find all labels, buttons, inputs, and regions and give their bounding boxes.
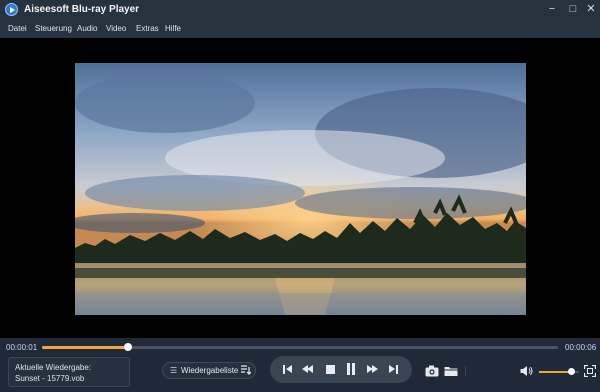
progress-row: 00:00:01 00:00:06 [0, 338, 600, 356]
skip-previous-icon[interactable] [282, 363, 296, 376]
stop-icon[interactable] [324, 363, 338, 376]
menu-datei[interactable]: Datei [8, 24, 27, 33]
folder-icon[interactable] [444, 364, 458, 376]
pause-icon[interactable] [344, 361, 358, 378]
control-bar: Aktuelle Wiedergabe: Sunset - 15779.vob … [0, 356, 600, 392]
maximize-button[interactable]: □ [566, 2, 580, 16]
now-playing-label: Aktuelle Wiedergabe: [15, 363, 92, 372]
video-frame[interactable] [75, 63, 526, 315]
volume-handle[interactable] [568, 368, 575, 375]
title-bar: Aiseesoft Blu-ray Player − □ ✕ [0, 0, 600, 20]
volume-fill [539, 371, 571, 373]
elapsed-time: 00:00:01 [6, 343, 38, 352]
sunset-scene-image [75, 63, 526, 315]
playlist-icon [241, 365, 252, 377]
app-logo-icon [5, 3, 18, 16]
total-time: 00:00:06 [565, 343, 597, 352]
skip-next-icon[interactable] [388, 363, 402, 376]
playlist-button[interactable]: ☰ Wiedergabeliste [162, 362, 256, 379]
menu-bar: Datei Steuerung Audio Video Extras Hilfe [0, 20, 600, 38]
menu-extras[interactable]: Extras [136, 24, 159, 33]
now-playing-title: Sunset - 15779.vob [15, 374, 85, 383]
fast-forward-icon[interactable] [366, 363, 380, 376]
menu-video[interactable]: Video [106, 24, 126, 33]
list-icon: ☰ [170, 366, 178, 375]
divider [465, 366, 466, 376]
menu-steuerung[interactable]: Steuerung [35, 24, 72, 33]
playlist-label: Wiedergabeliste [181, 366, 239, 375]
seek-bar[interactable] [42, 343, 558, 351]
now-playing-box: Aktuelle Wiedergabe: Sunset - 15779.vob [8, 357, 130, 387]
menu-hilfe[interactable]: Hilfe [165, 24, 181, 33]
video-area[interactable] [0, 38, 600, 338]
volume-slider[interactable] [539, 368, 579, 375]
fullscreen-icon[interactable] [583, 364, 598, 378]
minimize-button[interactable]: − [545, 2, 559, 16]
window-title: Aiseesoft Blu-ray Player [24, 4, 140, 15]
close-button[interactable]: ✕ [584, 2, 598, 16]
volume-icon[interactable] [520, 364, 534, 376]
menu-audio[interactable]: Audio [77, 24, 97, 33]
transport-controls [270, 356, 412, 383]
seek-bar-fill [42, 346, 129, 349]
seek-handle[interactable] [124, 343, 133, 351]
camera-icon[interactable] [425, 364, 439, 377]
rewind-icon[interactable] [302, 363, 316, 376]
